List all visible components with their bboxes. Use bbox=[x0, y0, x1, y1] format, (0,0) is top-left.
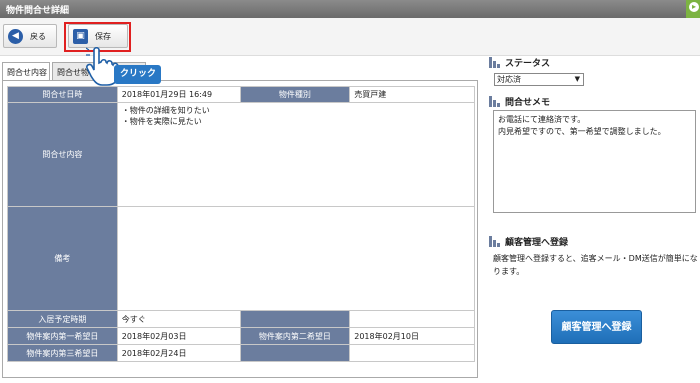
table-row: 問合せ内容 ・物件の詳細を知りたい ・物件を実際に見たい bbox=[7, 102, 476, 207]
status-section-heading: ステータス bbox=[489, 56, 550, 69]
tour-second-label: 物件案内第二希望日 bbox=[239, 327, 351, 345]
tour-third-label: 物件案内第三希望日 bbox=[7, 344, 118, 362]
table-row: 入居予定時期 今すぐ bbox=[7, 310, 475, 328]
table-row: 物件案内第一希望日 2018年02月03日 物件案内第二希望日 2018年02月… bbox=[7, 327, 475, 345]
memo-section-heading: 問合せメモ bbox=[489, 95, 550, 108]
customer-description: 顧客管理へ登録すると、追客メール・DM送信が簡単になります。 bbox=[493, 254, 698, 276]
empty-header-cell bbox=[239, 310, 351, 328]
inquiry-date-value: 2018年01月29日 16:49 bbox=[116, 86, 241, 103]
play-icon[interactable]: ▸ bbox=[689, 2, 699, 12]
window-title: 物件問合せ詳細 bbox=[6, 6, 70, 16]
tour-first-label: 物件案内第一希望日 bbox=[7, 327, 118, 345]
memo-line: 内見希望ですので、第一希望で調整しました。 bbox=[498, 127, 666, 136]
memo-textarea[interactable]: お電話にて連絡済です。 内見希望ですので、第一希望で調整しました。 bbox=[493, 110, 696, 213]
back-button[interactable]: ◀ 戻る bbox=[3, 24, 57, 48]
arrow-left-icon: ◀ bbox=[8, 28, 23, 44]
click-annotation: クリック bbox=[114, 65, 162, 84]
property-type-label: 物件種別 bbox=[239, 86, 351, 103]
status-heading: ステータス bbox=[505, 59, 551, 69]
memo-line: お電話にて連絡済です。 bbox=[498, 115, 586, 124]
inquiry-content-label: 問合せ内容 bbox=[7, 102, 118, 207]
tab-inquiry-content[interactable]: 問合せ内容 bbox=[2, 62, 50, 81]
move-in-label: 入居予定時期 bbox=[7, 310, 118, 328]
table-row: 物件案内第三希望日 2018年02月24日 bbox=[7, 344, 475, 362]
tour-second-value: 2018年02月10日 bbox=[349, 327, 475, 345]
tour-third-value: 2018年02月24日 bbox=[116, 344, 241, 362]
register-customer-button[interactable]: 顧客管理へ登録 bbox=[551, 310, 642, 344]
status-select[interactable]: 対応済 ▼ bbox=[494, 73, 584, 86]
customer-section-heading: 顧客管理へ登録 bbox=[489, 235, 568, 248]
empty-value-cell bbox=[349, 344, 475, 362]
remarks-label: 備考 bbox=[7, 206, 118, 311]
inquiry-content-value: ・物件の詳細を知りたい ・物件を実際に見たい bbox=[116, 102, 476, 207]
bar-chart-icon bbox=[489, 57, 500, 68]
bar-chart-icon bbox=[489, 96, 500, 107]
property-type-value: 売買戸建 bbox=[349, 86, 475, 103]
bar-chart-icon bbox=[489, 236, 500, 247]
empty-header-cell bbox=[239, 344, 351, 362]
title-bar: 物件問合せ詳細 ▸ bbox=[0, 0, 700, 18]
detail-table: 問合せ日時 2018年01月29日 16:49 物件種別 売買戸建 問合せ内容 … bbox=[7, 86, 476, 362]
list-item: ・物件の詳細を知りたい bbox=[121, 106, 210, 115]
back-button-label: 戻る bbox=[30, 31, 46, 41]
empty-value-cell bbox=[349, 310, 475, 328]
table-row: 問合せ日時 2018年01月29日 16:49 物件種別 売買戸建 bbox=[7, 86, 475, 103]
move-in-value: 今すぐ bbox=[116, 310, 241, 328]
status-selected-value: 対応済 bbox=[497, 75, 521, 84]
detail-panel: 問合せ日時 2018年01月29日 16:49 物件種別 売買戸建 問合せ内容 … bbox=[2, 80, 478, 378]
remarks-value bbox=[116, 206, 476, 311]
list-item: ・物件を実際に見たい bbox=[121, 117, 202, 126]
tour-first-value: 2018年02月03日 bbox=[116, 327, 241, 345]
customer-heading: 顧客管理へ登録 bbox=[505, 238, 569, 248]
memo-heading: 問合せメモ bbox=[505, 98, 551, 108]
table-row: 備考 bbox=[7, 206, 476, 311]
chevron-down-icon: ▼ bbox=[574, 75, 580, 83]
corner-tab[interactable]: ▸ bbox=[686, 0, 700, 18]
inquiry-date-label: 問合せ日時 bbox=[7, 86, 118, 103]
